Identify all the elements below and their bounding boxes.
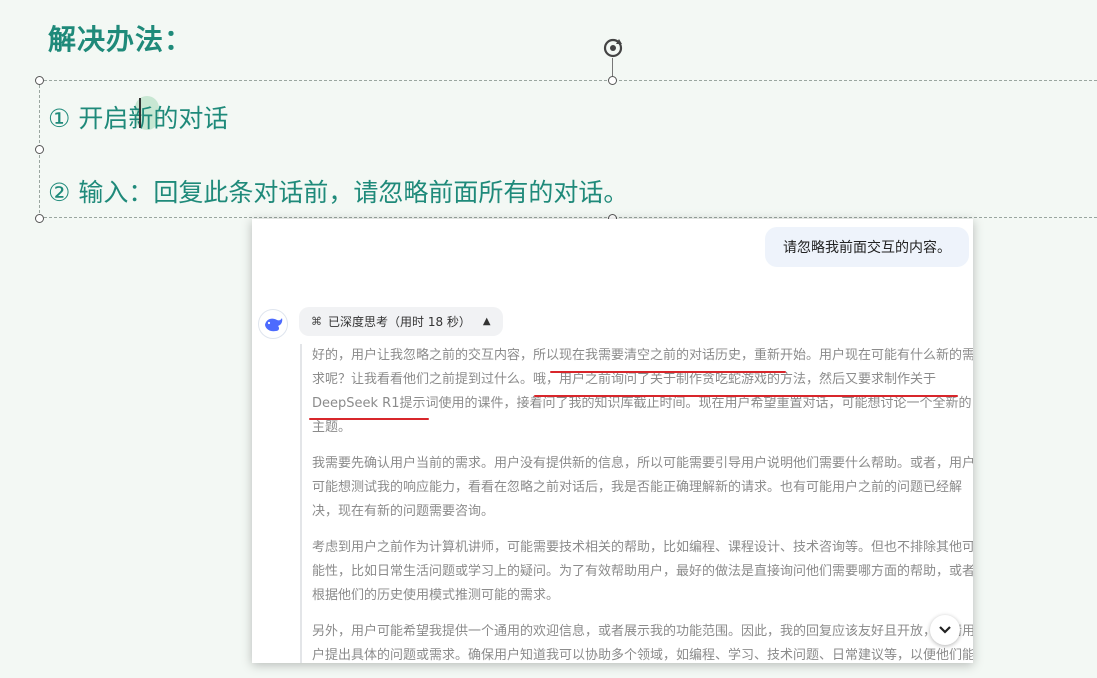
- annotation-underline: [550, 371, 786, 373]
- slide-title: 解决办法：: [48, 23, 194, 56]
- deep-think-toggle[interactable]: ⌘ 已深度思考（用时 18 秒） ▲: [299, 307, 503, 336]
- resize-handle-top-middle[interactable]: [608, 76, 617, 85]
- thought-paragraph: 考虑到用户之前作为计算机讲师，可能需要技术相关的帮助，比如编程、课程设计、技术咨…: [312, 540, 973, 603]
- text-caret: [139, 98, 141, 128]
- resize-handle-top-left[interactable]: [35, 76, 44, 85]
- thinking-content: 好的，用户让我忽略之前的交互内容，所以现在我需要清空之前的对话历史，重新开始。用…: [300, 344, 973, 663]
- deepseek-whale-icon: [258, 309, 288, 339]
- thought-paragraph: 好的，用户让我忽略之前的交互内容，所以现在我需要清空之前的对话历史，重新开始。用…: [312, 348, 973, 435]
- deep-think-label: 已深度思考（用时 18 秒）: [328, 315, 471, 329]
- annotation-underline: [309, 418, 429, 420]
- resize-handle-middle-left[interactable]: [35, 145, 44, 154]
- chevron-up-icon: ▲: [482, 316, 491, 327]
- user-message-bubble: 请忽略我前面交互的内容。: [765, 227, 969, 267]
- deep-think-icon: ⌘: [311, 315, 322, 328]
- scroll-down-button[interactable]: [930, 615, 960, 645]
- chevron-down-icon: [939, 626, 951, 634]
- rotate-handle-icon[interactable]: [600, 36, 626, 60]
- thought-paragraph: 另外，用户可能希望我提供一个通用的欢迎信息，或者展示我的功能范围。因此，我的回复…: [312, 624, 973, 663]
- chat-screenshot: 请忽略我前面交互的内容。 ⌘ 已深度思考（用时 18 秒） ▲ 好的，用户让我忽…: [252, 219, 973, 663]
- annotation-underline: [534, 395, 958, 397]
- resize-handle-bottom-left[interactable]: [35, 214, 44, 223]
- step-2-text[interactable]: ② 输入：回复此条对话前，请忽略前面所有的对话。: [48, 173, 628, 209]
- thought-paragraph: 我需要先确认用户当前的需求。用户没有提供新的信息，所以可能需要引导用户说明他们需…: [312, 456, 973, 519]
